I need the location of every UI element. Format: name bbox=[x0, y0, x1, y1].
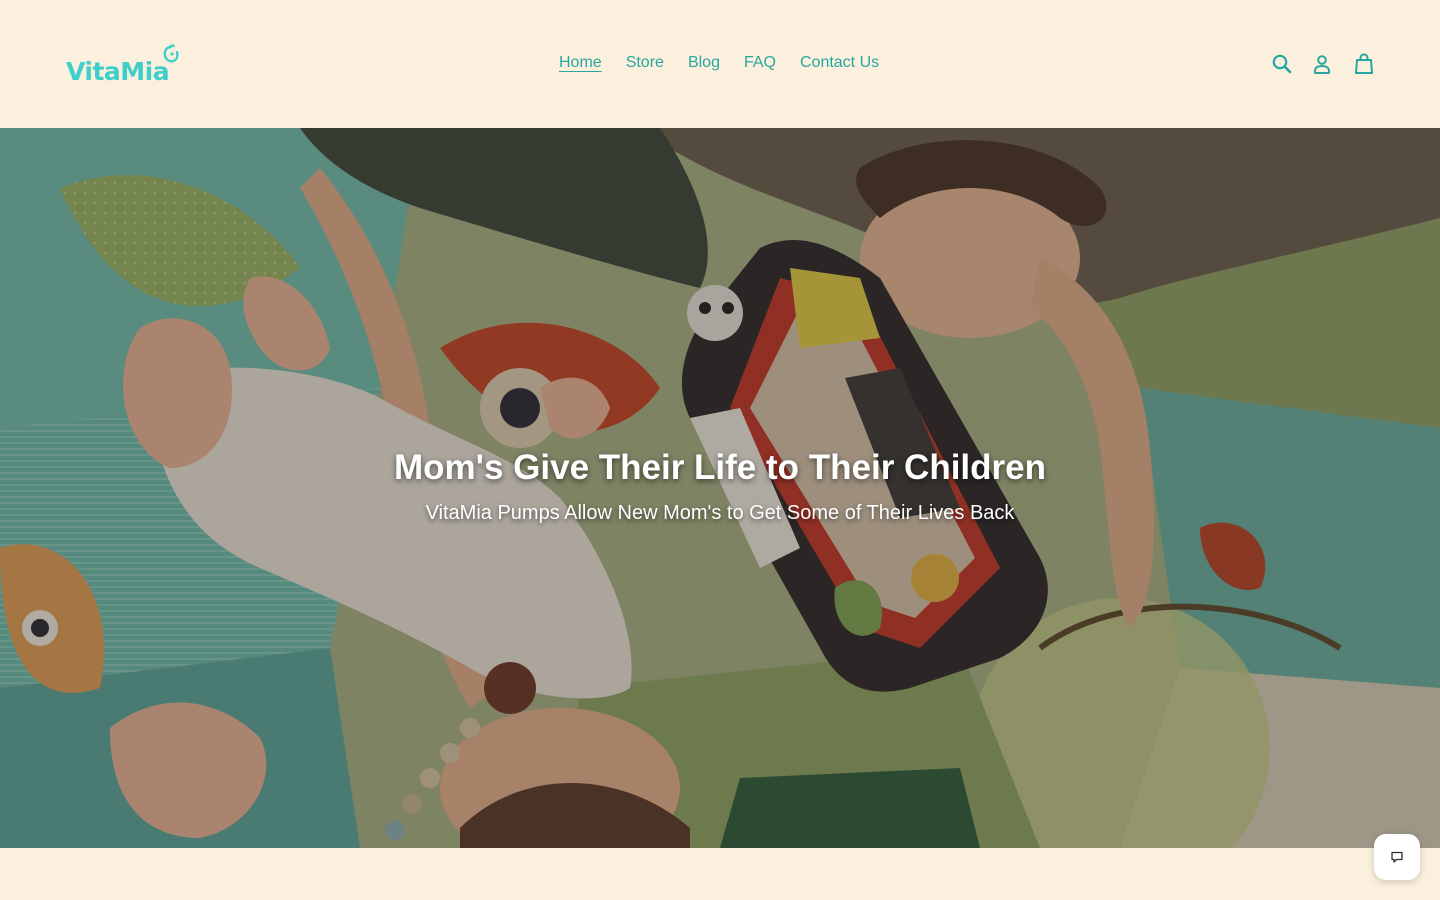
hero-subtitle: VitaMia Pumps Allow New Mom's to Get Som… bbox=[425, 502, 1015, 524]
header-icons bbox=[0, 52, 1440, 76]
chat-icon bbox=[1391, 851, 1403, 863]
hero-overlay bbox=[0, 128, 1440, 848]
site-header: VitaMia Home Store Blog FAQ Contact Us bbox=[0, 0, 1440, 128]
below-hero-section bbox=[0, 848, 1440, 900]
hero-banner: Mom's Give Their Life to Their Children … bbox=[0, 128, 1440, 848]
cart-icon[interactable] bbox=[1352, 52, 1376, 76]
search-icon[interactable] bbox=[1270, 52, 1294, 76]
chat-button[interactable] bbox=[1374, 834, 1420, 880]
account-icon[interactable] bbox=[1310, 52, 1334, 76]
hero-title: Mom's Give Their Life to Their Children bbox=[393, 448, 1046, 487]
